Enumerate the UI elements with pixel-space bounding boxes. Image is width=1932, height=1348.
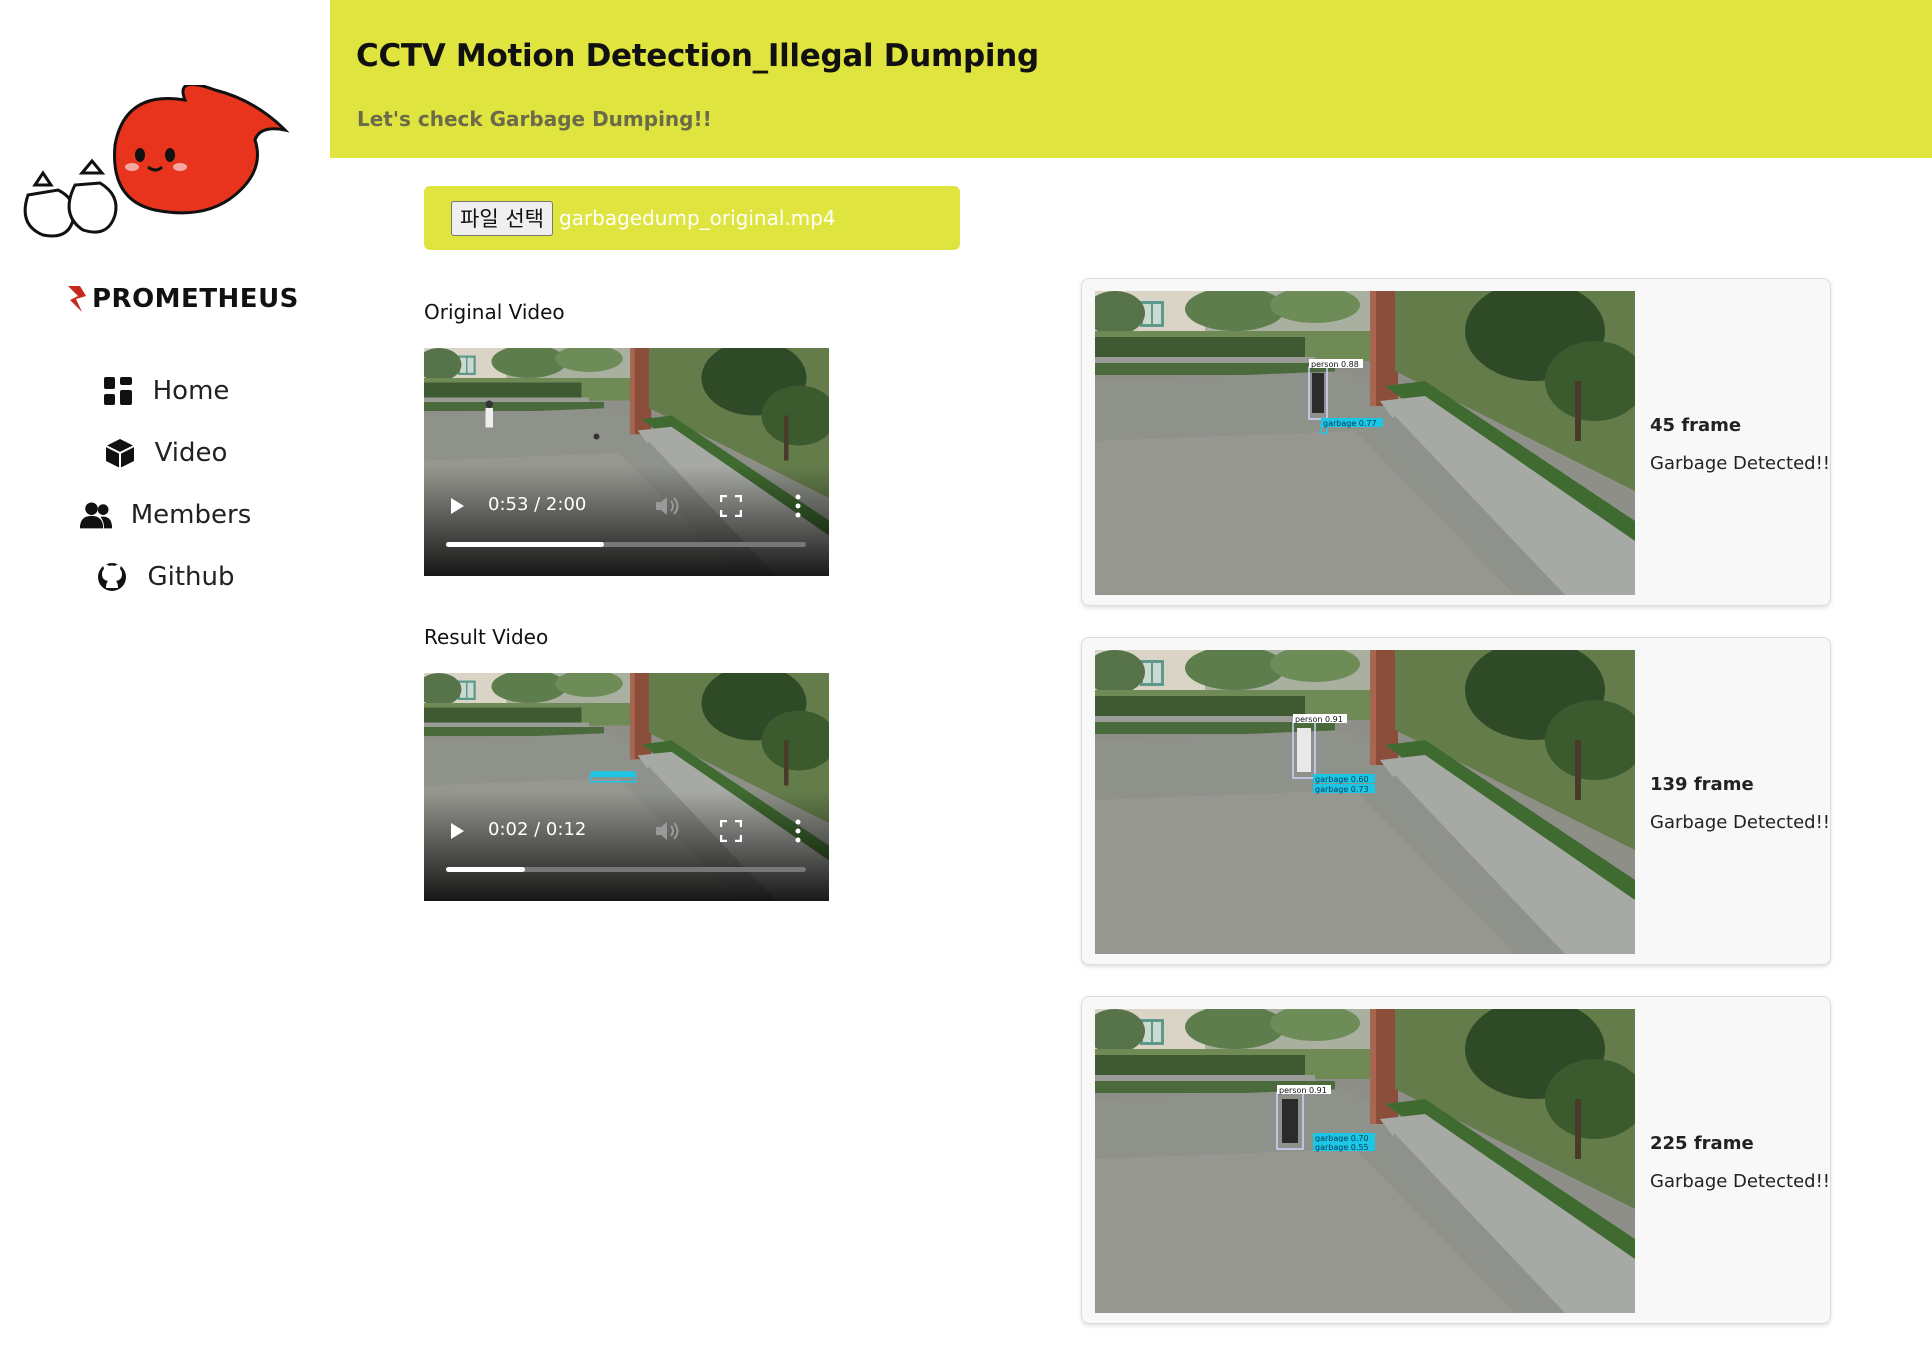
frame-number: 139 frame [1650, 774, 1754, 795]
detection-frame-image: person 0.91 garbage 0.60 garbage 0.73 [1095, 650, 1635, 954]
garbage-bag-icon [23, 158, 118, 238]
cube-icon [103, 436, 137, 470]
choose-file-button[interactable]: 파일 선택 [451, 200, 553, 236]
selected-file-name: garbagedump_original.mp4 [558, 206, 836, 230]
sidebar-item-label: Members [130, 500, 252, 530]
result-video-player[interactable]: 0:02 / 0:12 [424, 673, 829, 901]
video-time: 0:53 / 2:00 [488, 494, 587, 515]
bbox-label: person 0.88 [1311, 360, 1359, 369]
detection-card: person 0.91 garbage 0.70 garbage 0.55 22… [1081, 996, 1831, 1324]
bbox-label: person 0.91 [1295, 715, 1343, 724]
bbox-label: garbage 0.73 [1315, 785, 1369, 794]
bbox-label: garbage 0.70 [1315, 1134, 1369, 1143]
fullscreen-icon[interactable] [720, 495, 742, 517]
prometheus-flame-icon [68, 286, 86, 312]
more-options-icon[interactable] [794, 818, 802, 844]
sidebar-item-members[interactable]: Members [0, 484, 330, 546]
brand-logo: PROMETHEUS [66, 284, 299, 314]
bbox-label: garbage 0.55 [1315, 1143, 1369, 1152]
video-progress-fill [446, 542, 605, 547]
sidebar-item-video[interactable]: Video [0, 422, 330, 484]
page-subtitle: Let's check Garbage Dumping!! [357, 107, 712, 131]
sidebar-item-home[interactable]: Home [0, 360, 330, 422]
video-time: 0:02 / 0:12 [488, 819, 587, 840]
sidebar-item-label: Home [152, 376, 230, 406]
detection-card: person 0.91 garbage 0.60 garbage 0.73 13… [1081, 637, 1831, 965]
volume-icon[interactable] [654, 819, 680, 843]
original-video-player[interactable]: 0:53 / 2:00 [424, 348, 829, 576]
sidebar: PROMETHEUS Home Video Members Github [0, 0, 330, 1348]
users-icon [79, 498, 113, 532]
brand-name: PROMETHEUS [92, 284, 299, 314]
sidebar-nav: Home Video Members Github [0, 360, 330, 608]
bbox-label: person 0.91 [1279, 1086, 1327, 1095]
fullscreen-icon[interactable] [720, 820, 742, 842]
video-controls: 0:53 / 2:00 [424, 486, 829, 526]
video-controls: 0:02 / 0:12 [424, 811, 829, 851]
original-video-label: Original Video [424, 300, 565, 324]
video-progress-bar[interactable] [446, 542, 806, 547]
video-progress-fill [446, 867, 526, 872]
file-upload-bar: 파일 선택 garbagedump_original.mp4 [424, 186, 960, 250]
detection-card: person 0.88 garbage 0.77 45 frame Garbag… [1081, 278, 1831, 606]
play-icon[interactable] [449, 496, 465, 516]
detection-status: Garbage Detected!! [1650, 812, 1831, 833]
frame-number: 45 frame [1650, 415, 1742, 436]
play-icon[interactable] [449, 821, 465, 841]
bbox-label: garbage 0.77 [1323, 419, 1377, 428]
detection-status: Garbage Detected!! [1650, 1171, 1831, 1192]
detection-frame-image: person 0.88 garbage 0.77 [1095, 291, 1635, 595]
flame-mascot-icon [113, 85, 290, 215]
github-icon [95, 560, 129, 594]
bbox-label: garbage 0.60 [1315, 775, 1369, 784]
sidebar-item-github[interactable]: Github [0, 546, 330, 608]
page-title: CCTV Motion Detection_Illegal Dumping [356, 38, 1039, 74]
result-video-label: Result Video [424, 625, 549, 649]
sidebar-item-label: Video [154, 438, 228, 468]
more-options-icon[interactable] [794, 493, 802, 519]
sidebar-item-label: Github [147, 562, 235, 592]
dashboard-icon [101, 374, 135, 408]
mascot-logo [23, 85, 290, 238]
page-header: CCTV Motion Detection_Illegal Dumping Le… [330, 0, 1932, 158]
detection-frame-image: person 0.91 garbage 0.70 garbage 0.55 [1095, 1009, 1635, 1313]
volume-icon[interactable] [654, 494, 680, 518]
walking-person [485, 400, 493, 428]
frame-number: 225 frame [1650, 1133, 1754, 1154]
detection-status: Garbage Detected!! [1650, 453, 1831, 474]
video-progress-bar[interactable] [446, 867, 806, 872]
